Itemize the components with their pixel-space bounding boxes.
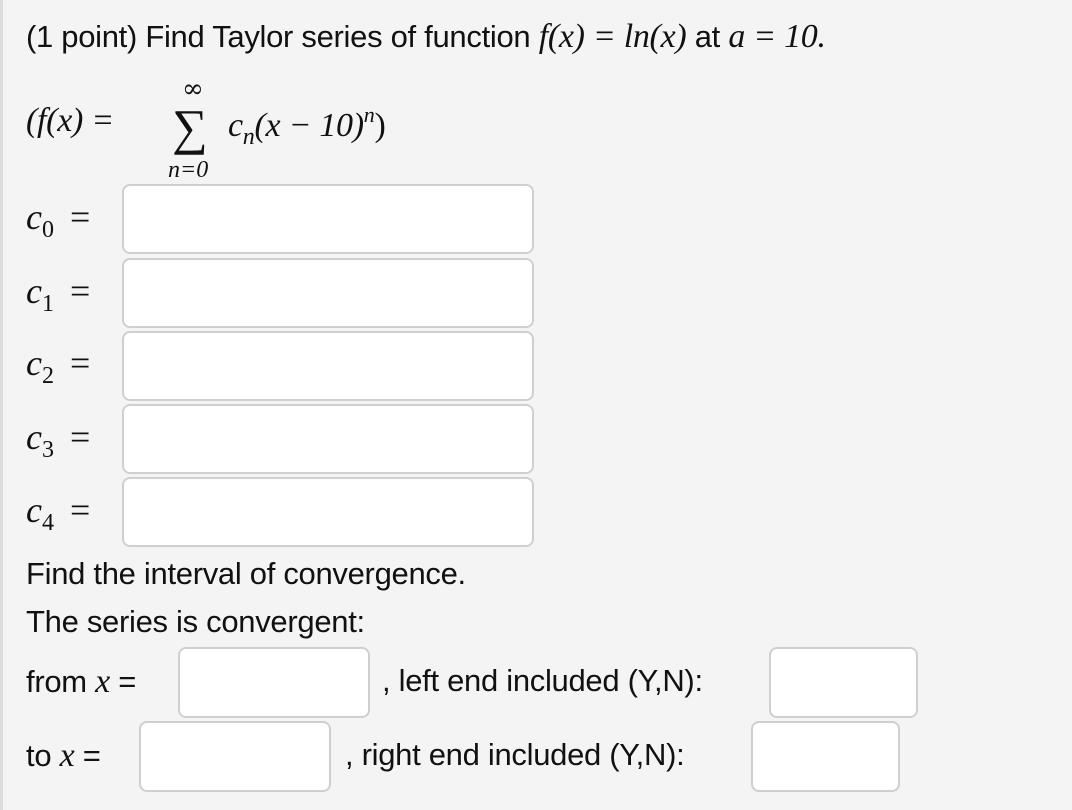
coef-input-0[interactable]	[122, 184, 534, 254]
coef-input-2[interactable]	[122, 331, 534, 401]
from-label: from x =	[26, 663, 137, 700]
interval-subheading: The series is convergent:	[26, 604, 365, 639]
center-expression: a = 10.	[728, 18, 826, 55]
sum-symbol: ∑	[172, 99, 208, 155]
at-word: at	[694, 19, 721, 54]
coef-label-1: c1 =	[26, 271, 91, 317]
coef-input-3[interactable]	[122, 404, 534, 474]
function-expression: f(x) = ln(x)	[538, 18, 687, 55]
summation: ∞ ∑ n=0	[168, 76, 228, 186]
coef-label-4: c4 =	[26, 490, 91, 536]
problem-statement: (1 point) Find Taylor series of function…	[26, 18, 826, 56]
series-open: (f(x) =	[26, 102, 114, 139]
from-x-input[interactable]	[178, 647, 370, 718]
problem-prefix: (1 point) Find Taylor series of function	[26, 19, 531, 54]
left-end-input[interactable]	[769, 647, 918, 718]
coef-input-1[interactable]	[122, 258, 534, 328]
coef-label-0: c0 =	[26, 197, 91, 243]
interval-heading: Find the interval of convergence.	[26, 556, 466, 591]
series-term: cn(x − 10)n)	[228, 102, 386, 150]
right-end-input[interactable]	[751, 721, 900, 792]
coef-input-4[interactable]	[122, 477, 534, 547]
to-label: to x =	[26, 737, 101, 774]
right-end-label: , right end included (Y,N):	[345, 737, 685, 772]
to-x-input[interactable]	[139, 721, 331, 792]
left-end-label: , left end included (Y,N):	[382, 663, 703, 698]
coef-label-3: c3 =	[26, 417, 91, 463]
coef-label-2: c2 =	[26, 343, 91, 389]
sum-lower-limit: n=0	[168, 157, 209, 183]
